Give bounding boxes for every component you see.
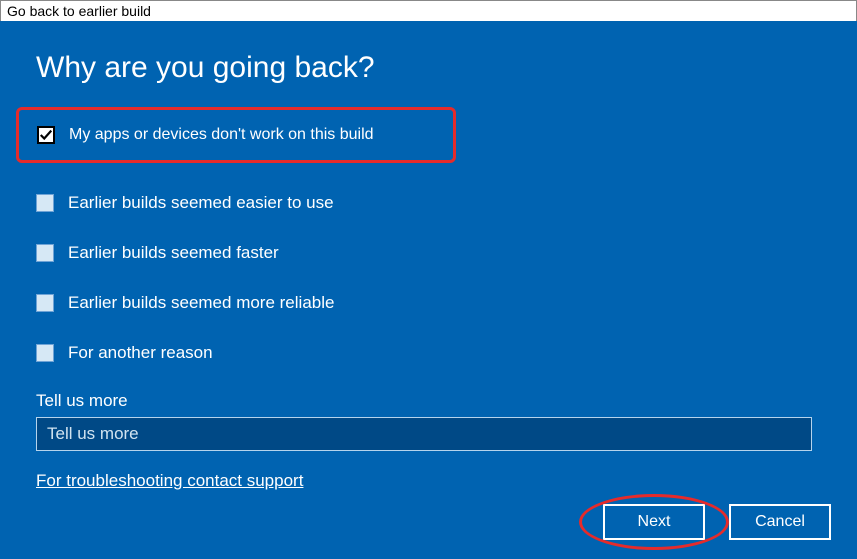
option-label[interactable]: My apps or devices don't work on this bu… — [69, 126, 374, 144]
cancel-button[interactable]: Cancel — [729, 504, 831, 540]
checkbox-reliable[interactable] — [36, 294, 54, 312]
reasons-list: My apps or devices don't work on this bu… — [36, 107, 821, 363]
checkmark-icon — [39, 128, 53, 142]
checkbox-another-reason[interactable] — [36, 344, 54, 362]
option-label: Earlier builds seemed faster — [68, 243, 279, 263]
option-label: Earlier builds seemed more reliable — [68, 293, 334, 313]
option-another-reason[interactable]: For another reason — [36, 343, 821, 363]
next-button-wrapper: Next — [603, 504, 705, 540]
checkbox-easier[interactable] — [36, 194, 54, 212]
tell-more-label: Tell us more — [36, 391, 821, 411]
checkbox-faster[interactable] — [36, 244, 54, 262]
window-titlebar: Go back to earlier build — [0, 0, 857, 21]
dialog-buttons: Next Cancel — [603, 504, 831, 540]
tell-more-input[interactable] — [36, 417, 812, 451]
dialog-body: Why are you going back? My apps or devic… — [0, 21, 857, 558]
page-heading: Why are you going back? — [36, 51, 821, 85]
option-easier[interactable]: Earlier builds seemed easier to use — [36, 193, 821, 213]
option-label: Earlier builds seemed easier to use — [68, 193, 334, 213]
option-label: For another reason — [68, 343, 213, 363]
next-button[interactable]: Next — [603, 504, 705, 540]
checkbox-apps-devices[interactable] — [37, 126, 55, 144]
troubleshooting-support-link[interactable]: For troubleshooting contact support — [36, 471, 303, 491]
window-title-text: Go back to earlier build — [7, 3, 151, 19]
option-apps-devices-highlight: My apps or devices don't work on this bu… — [16, 107, 456, 163]
option-faster[interactable]: Earlier builds seemed faster — [36, 243, 821, 263]
option-reliable[interactable]: Earlier builds seemed more reliable — [36, 293, 821, 313]
